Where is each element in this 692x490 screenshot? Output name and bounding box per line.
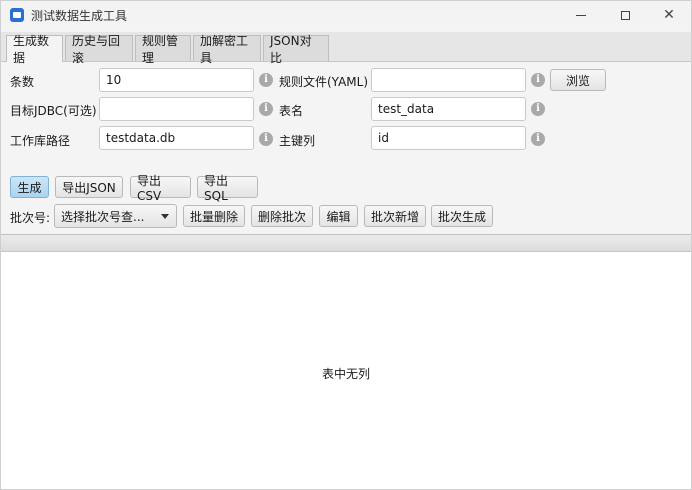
table-name-label: 表名 [279,104,304,118]
maximize-button[interactable] [603,1,647,29]
table-header [1,235,691,252]
batch-select-value: 选择批次号查... [61,209,145,224]
title-bar: 测试数据生成工具 ✕ [1,1,691,29]
tab-rule-management[interactable]: 规则管理 [135,34,191,65]
maximize-icon [620,10,630,20]
rule-file-input[interactable] [371,68,526,92]
close-icon: ✕ [663,7,675,23]
tab-bar: 生成数据 历史与回滚 规则管理 加解密工具 JSON对比 [1,32,691,65]
export-json-button[interactable]: 导出JSON [55,176,123,198]
browse-button[interactable]: 浏览 [550,69,606,91]
tab-crypto-tool[interactable]: 加解密工具 [193,34,261,65]
generate-button[interactable]: 生成 [10,176,49,198]
tab-json-compare[interactable]: JSON对比 [263,34,329,65]
edit-button[interactable]: 编辑 [319,205,358,227]
db-path-input[interactable] [99,126,254,150]
info-icon[interactable]: i [259,132,273,146]
export-csv-button[interactable]: 导出CSV [130,174,191,203]
export-sql-button[interactable]: 导出SQL [197,174,258,203]
tab-generate-data[interactable]: 生成数据 [6,34,63,65]
app-icon [10,8,24,22]
delete-batch-button[interactable]: 删除批次 [251,205,313,227]
primary-key-input[interactable] [371,126,526,150]
info-icon[interactable]: i [531,102,545,116]
info-icon[interactable]: i [259,73,273,87]
tab-history-rollback[interactable]: 历史与回滚 [65,34,133,65]
batch-label: 批次号: [10,211,51,225]
rule-file-label: 规则文件(YAML) [279,75,369,89]
count-label: 条数 [10,75,35,89]
minimize-button[interactable] [559,1,603,29]
batch-add-button[interactable]: 批次新增 [364,205,426,227]
info-icon[interactable]: i [531,73,545,87]
target-jdbc-label: 目标JDBC(可选) [10,104,97,118]
batch-select[interactable]: 选择批次号查... [54,204,177,228]
table-name-input[interactable] [371,97,526,121]
minimize-icon [576,14,586,16]
data-table[interactable]: 表中无列 [1,234,691,489]
bulk-delete-button[interactable]: 批量删除 [183,205,245,227]
close-button[interactable]: ✕ [647,1,691,29]
batch-generate-button[interactable]: 批次生成 [431,205,493,227]
count-input[interactable] [99,68,254,92]
app-window: 测试数据生成工具 ✕ 生成数据 历史与回滚 规则管理 加解密工具 JSON对比 … [0,0,692,490]
primary-key-label: 主键列 [279,134,316,148]
target-jdbc-input[interactable] [99,97,254,121]
window-title: 测试数据生成工具 [31,9,128,23]
chevron-down-icon [161,214,169,219]
db-path-label: 工作库路径 [10,134,71,148]
table-empty-placeholder: 表中无列 [321,367,370,381]
info-icon[interactable]: i [531,132,545,146]
info-icon[interactable]: i [259,102,273,116]
